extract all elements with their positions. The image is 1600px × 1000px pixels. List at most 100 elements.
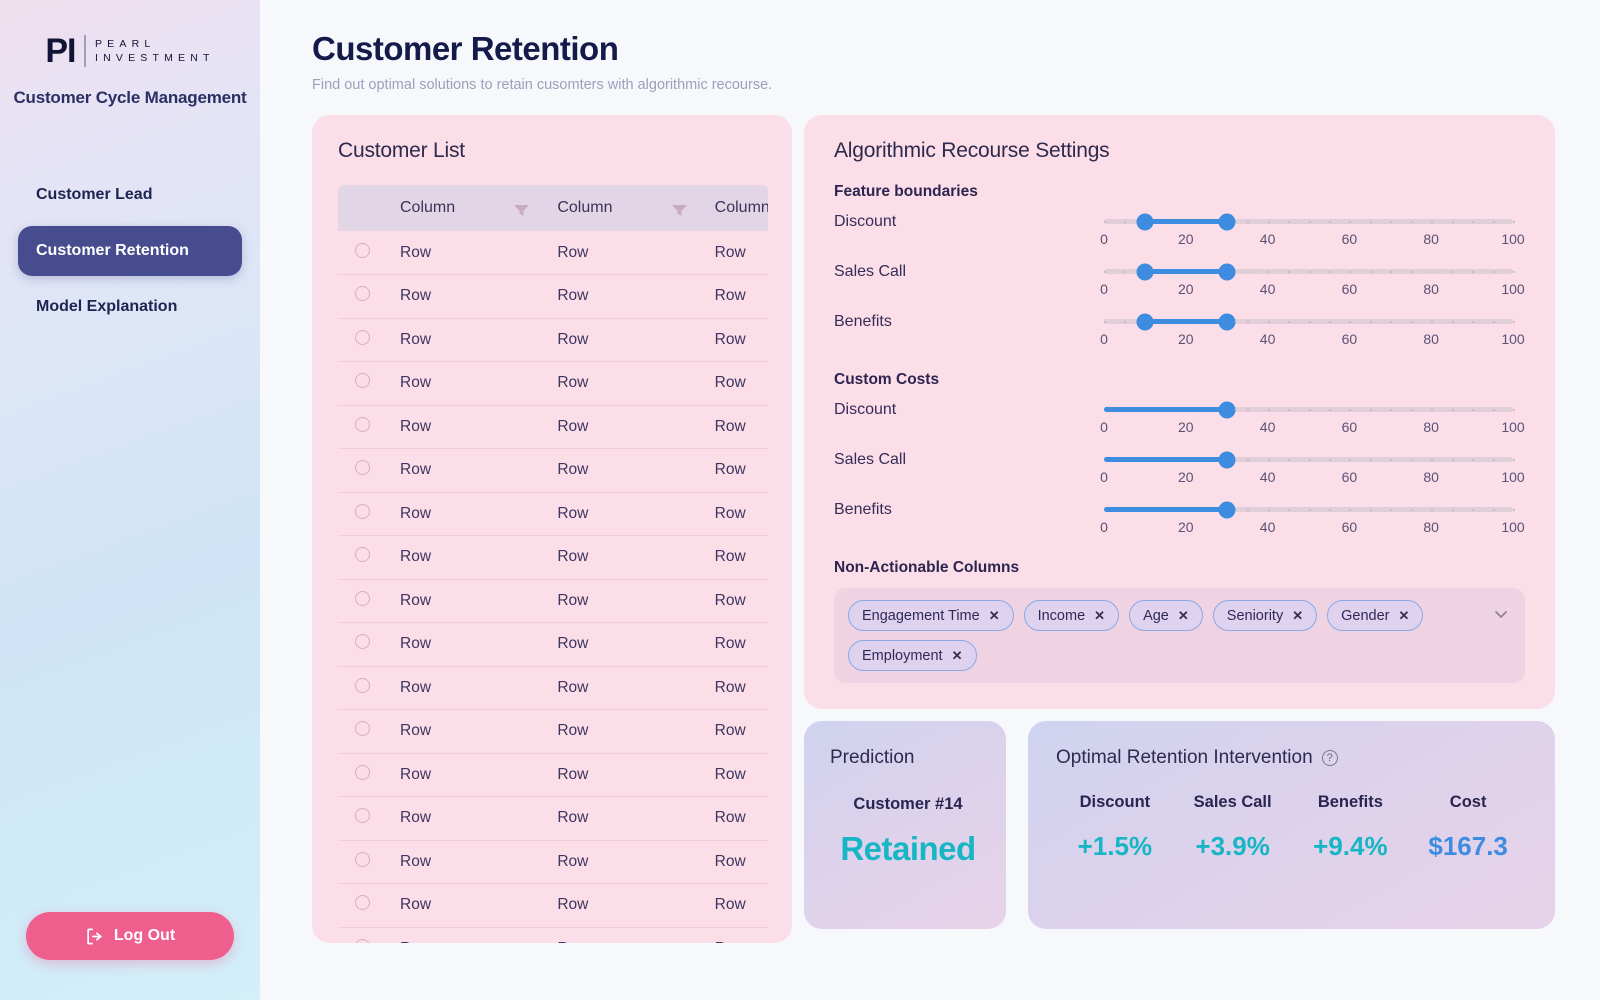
column-header-1[interactable]: Column [386, 185, 544, 231]
row-radio-icon[interactable] [354, 895, 370, 911]
row-select-cell[interactable] [338, 796, 386, 841]
row-select-cell[interactable] [338, 709, 386, 754]
slider-handle-min[interactable] [1136, 313, 1154, 330]
non-actionable-tag[interactable]: Age ✕ [1129, 600, 1203, 631]
slider-tick-label: 60 [1341, 281, 1358, 297]
row-select-cell[interactable] [338, 231, 386, 275]
slider-track[interactable] [1104, 501, 1515, 518]
slider-sales-call[interactable]: 0 20 40 60 80 100 [1100, 261, 1525, 301]
slider-track[interactable] [1104, 263, 1515, 280]
row-radio-icon[interactable] [354, 503, 370, 519]
slider-track[interactable] [1104, 451, 1515, 468]
slider-handle[interactable] [1218, 401, 1236, 418]
row-select-cell[interactable] [338, 927, 386, 943]
table-row[interactable]: RowRowRow [338, 840, 768, 884]
table-row[interactable]: RowRowRow [338, 622, 768, 667]
row-select-cell[interactable] [338, 274, 386, 319]
sidebar-item-model-explanation[interactable]: Model Explanation [18, 282, 242, 332]
customer-table-scroll[interactable]: Column Column Column Row Row Row Row Row… [338, 185, 768, 943]
row-radio-icon[interactable] [354, 721, 370, 737]
intervention-value: +9.4% [1313, 831, 1388, 861]
row-select-cell[interactable] [338, 405, 386, 449]
row-radio-icon[interactable] [354, 242, 370, 258]
table-row[interactable]: RowRowRow [338, 535, 768, 580]
row-select-cell[interactable] [338, 492, 386, 536]
table-row[interactable]: RowRowRow [338, 709, 768, 754]
row-radio-icon[interactable] [354, 590, 370, 606]
slider-discount[interactable]: 0 20 40 60 80 100 [1100, 399, 1525, 439]
row-select-cell[interactable] [338, 883, 386, 928]
row-select-cell[interactable] [338, 361, 386, 406]
slider-handle-min[interactable] [1136, 263, 1154, 280]
table-row[interactable]: RowRowRow [338, 274, 768, 319]
row-radio-icon[interactable] [354, 416, 370, 432]
row-select-cell[interactable] [338, 318, 386, 362]
non-actionable-tag-box[interactable]: Engagement Time ✕ Income ✕ Age ✕ Seniority ✕ Gen… [834, 588, 1525, 683]
row-radio-icon[interactable] [354, 851, 370, 867]
slider-track[interactable] [1104, 401, 1515, 418]
table-row[interactable]: RowRowRow [338, 492, 768, 536]
sidebar-item-customer-retention[interactable]: Customer Retention [18, 226, 242, 276]
column-header-2[interactable]: Column [543, 185, 701, 231]
row-radio-icon[interactable] [354, 286, 370, 302]
help-question-icon[interactable]: ? [1321, 750, 1338, 766]
row-radio-icon[interactable] [354, 373, 370, 389]
slider-sales-call[interactable]: 0 20 40 60 80 100 [1100, 449, 1525, 489]
tag-remove-icon[interactable]: ✕ [989, 609, 1000, 622]
log-out-button[interactable]: Log Out [26, 912, 234, 960]
row-select-cell[interactable] [338, 753, 386, 797]
non-actionable-tag[interactable]: Income ✕ [1023, 600, 1120, 631]
table-row[interactable]: RowRowRow [338, 927, 768, 943]
row-radio-icon[interactable] [354, 547, 370, 563]
row-select-cell[interactable] [338, 840, 386, 884]
table-row[interactable]: RowRowRow [338, 666, 768, 710]
row-select-cell[interactable] [338, 666, 386, 710]
chevron-down-icon[interactable] [1493, 606, 1509, 622]
slider-handle-max[interactable] [1218, 313, 1236, 330]
table-row[interactable]: RowRowRow [338, 796, 768, 841]
row-select-cell[interactable] [338, 448, 386, 493]
row-radio-icon[interactable] [354, 329, 370, 345]
slider-handle-max[interactable] [1218, 213, 1236, 230]
slider-track[interactable] [1104, 313, 1515, 330]
table-row[interactable]: RowRowRow [338, 231, 768, 275]
tag-remove-icon[interactable]: ✕ [952, 649, 963, 662]
table-row[interactable]: RowRowRow [338, 318, 768, 362]
row-radio-icon[interactable] [354, 634, 370, 650]
table-row[interactable]: RowRowRow [338, 405, 768, 449]
non-actionable-tag[interactable]: Seniority ✕ [1212, 600, 1318, 631]
non-actionable-tag[interactable]: Employment ✕ [848, 640, 977, 671]
tag-remove-icon[interactable]: ✕ [1292, 609, 1303, 622]
row-radio-icon[interactable] [354, 938, 370, 943]
table-row[interactable]: RowRowRow [338, 753, 768, 797]
column-header-3[interactable]: Column [700, 185, 768, 231]
slider-handle[interactable] [1218, 451, 1236, 468]
table-row[interactable]: RowRowRow [338, 883, 768, 928]
table-row[interactable]: RowRowRow [338, 361, 768, 406]
row-radio-icon[interactable] [354, 808, 370, 824]
slider-benefits[interactable]: 0 20 40 60 80 100 [1100, 311, 1525, 351]
row-select-cell[interactable] [338, 535, 386, 580]
table-row[interactable]: RowRowRow [338, 448, 768, 493]
slider-handle[interactable] [1218, 501, 1236, 518]
slider-discount[interactable]: 0 20 40 60 80 100 [1100, 211, 1525, 251]
slider-handle-max[interactable] [1218, 263, 1236, 280]
row-select-cell[interactable] [338, 579, 386, 623]
tag-remove-icon[interactable]: ✕ [1094, 609, 1105, 622]
row-select-cell[interactable] [338, 622, 386, 667]
slider-benefits[interactable]: 0 20 40 60 80 100 [1100, 499, 1525, 539]
tag-remove-icon[interactable]: ✕ [1178, 609, 1189, 622]
row-radio-icon[interactable] [354, 677, 370, 693]
non-actionable-tag[interactable]: Engagement Time ✕ [848, 600, 1014, 631]
slider-handle-min[interactable] [1136, 213, 1154, 230]
filter-funnel-icon[interactable] [671, 203, 687, 216]
row-radio-icon[interactable] [354, 460, 370, 476]
filter-funnel-icon[interactable] [514, 203, 530, 216]
non-actionable-tag[interactable]: Gender ✕ [1327, 600, 1424, 631]
brand-logo: PI PEARL INVESTMENT [0, 0, 260, 68]
slider-track[interactable] [1104, 213, 1515, 230]
row-radio-icon[interactable] [354, 764, 370, 780]
tag-remove-icon[interactable]: ✕ [1398, 609, 1409, 622]
table-row[interactable]: RowRowRow [338, 579, 768, 623]
sidebar-item-customer-lead[interactable]: Customer Lead [18, 170, 242, 220]
